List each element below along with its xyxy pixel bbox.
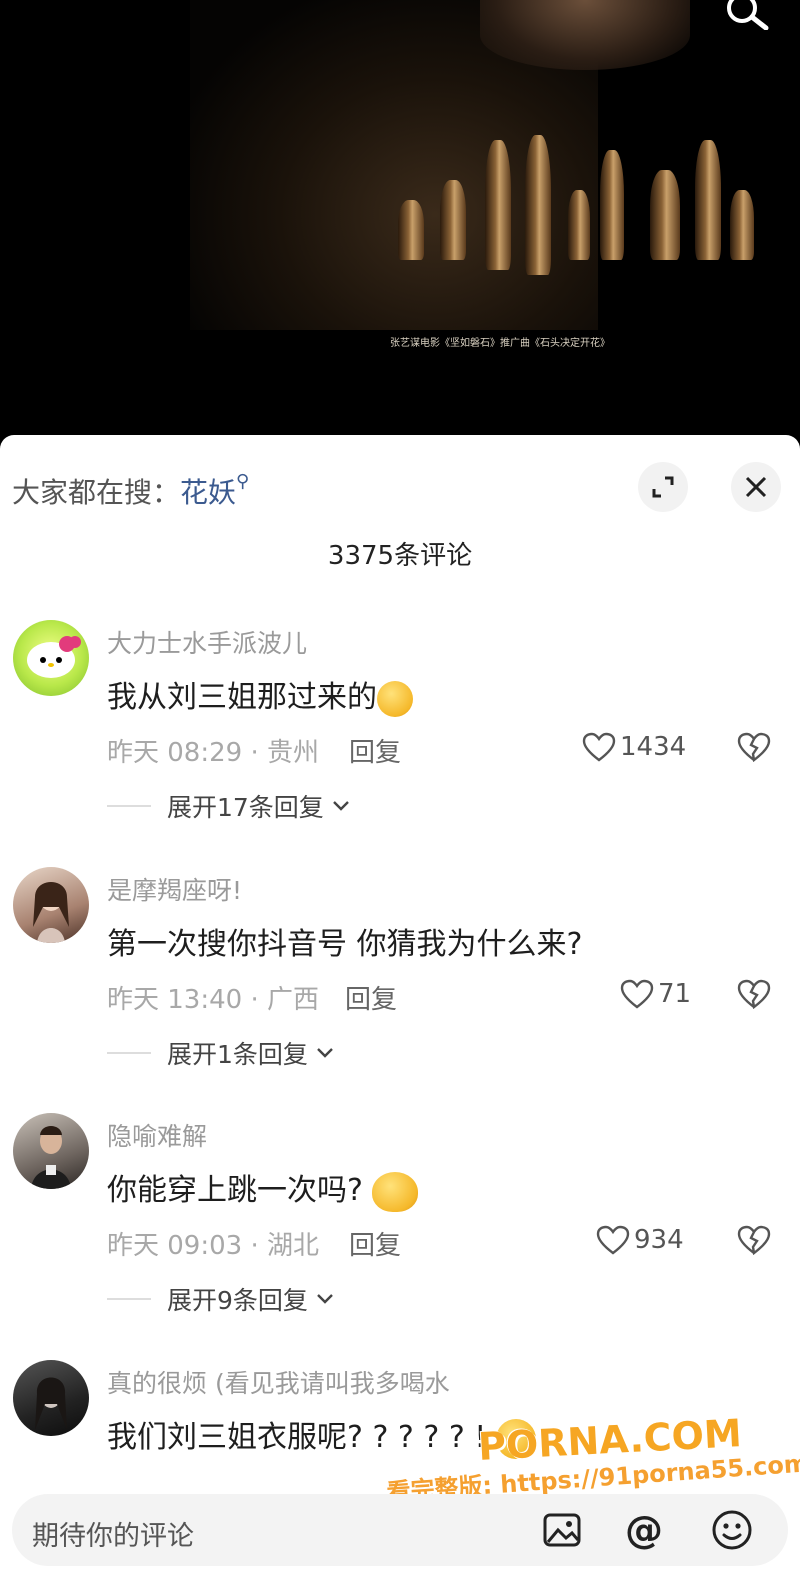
comment-input[interactable]: 期待你的评论 @ [12, 1494, 788, 1566]
expand-replies[interactable]: 展开17条回复 [107, 788, 350, 824]
comment-sheet: 大家都在搜：花妖⚲ 3375条评论 大力士水手派波儿 我从刘三姐那过来的 昨天 … [0, 435, 800, 1574]
crying-laughing-emoji [377, 680, 413, 717]
video-frame: 张艺谋电影《坚如磐石》推广曲《石头决定开花》 [190, 0, 754, 349]
avatar[interactable] [13, 867, 89, 943]
search-icon[interactable] [722, 0, 770, 31]
like-count: 1434 [620, 732, 687, 762]
avatar[interactable] [13, 620, 89, 696]
comment-item: 隐喻难解 你能穿上跳一次吗? 昨天 09:03 · 湖北 回复 934 展开9条… [0, 1113, 800, 1353]
comment-text: 我们刘三姐衣服呢? ? ? ? ? ! [107, 1412, 536, 1459]
expand-replies-label: 展开1条回复 [167, 1040, 308, 1069]
dislike-button[interactable] [737, 1225, 771, 1259]
chessboard-image [390, 135, 780, 280]
video-caption: 张艺谋电影《坚如磐石》推广曲《石头决定开花》 [390, 338, 610, 349]
reply-button[interactable]: 回复 [345, 979, 397, 1016]
like-count: 934 [634, 1225, 684, 1255]
like-button[interactable]: 1434 [582, 732, 686, 762]
emoji-icon[interactable] [708, 1506, 756, 1554]
heart-icon [596, 1225, 630, 1255]
heart-icon [620, 979, 654, 1009]
close-button[interactable] [731, 462, 781, 512]
username[interactable]: 真的很烦 (看见我请叫我多喝水 [107, 1364, 450, 1400]
expand-replies-label: 展开9条回复 [167, 1286, 308, 1315]
expand-replies[interactable]: 展开1条回复 [107, 1035, 334, 1071]
divider-line [107, 1298, 151, 1300]
heart-icon [582, 732, 616, 762]
like-button[interactable]: 71 [620, 979, 691, 1009]
hand-image [480, 0, 690, 70]
avatar[interactable] [13, 1360, 89, 1436]
expand-replies-label: 展开17条回复 [167, 793, 324, 822]
shy-emoji [372, 1171, 419, 1212]
expand-replies[interactable]: 展开9条回复 [107, 1281, 334, 1317]
comment-item: 大力士水手派波儿 我从刘三姐那过来的 昨天 08:29 · 贵州 回复 1434… [0, 620, 800, 860]
divider-line [107, 1052, 151, 1054]
dislike-button[interactable] [737, 979, 771, 1013]
reply-button[interactable]: 回复 [349, 1225, 401, 1262]
chevron-down-icon [317, 1048, 333, 1058]
comment-count: 3375条评论 [327, 541, 473, 571]
comment-meta: 昨天 13:40 · 广西 [107, 985, 319, 1015]
chevron-down-icon [332, 801, 349, 811]
comment-text: 你能穿上跳一次吗? [107, 1165, 419, 1212]
reply-button[interactable]: 回复 [349, 732, 401, 769]
comment-text: 我从刘三姐那过来的 [107, 672, 413, 717]
comment-input-placeholder: 期待你的评论 [32, 1521, 194, 1552]
like-count: 71 [658, 979, 692, 1009]
broken-heart-icon [737, 1225, 771, 1256]
username[interactable]: 大力士水手派波儿 [107, 624, 307, 660]
chevron-down-icon [317, 1294, 333, 1304]
broken-heart-icon [737, 732, 771, 763]
search-small-icon: ⚲ [236, 471, 250, 492]
username[interactable]: 隐喻难解 [107, 1117, 207, 1153]
close-icon [745, 476, 767, 498]
avatar[interactable] [13, 1113, 89, 1189]
username[interactable]: 是摩羯座呀! [107, 871, 242, 907]
image-icon[interactable] [538, 1506, 586, 1554]
expand-button[interactable] [638, 462, 688, 512]
like-button[interactable]: 934 [596, 1225, 684, 1255]
hot-search-prefix: 大家都在搜： [12, 476, 181, 509]
comment-meta: 昨天 09:03 · 湖北 [107, 1231, 319, 1261]
dislike-button[interactable] [737, 732, 771, 766]
hot-search-keyword[interactable]: 花妖 [180, 476, 236, 509]
video-player[interactable]: 张艺谋电影《坚如磐石》推广曲《石头决定开花》 [0, 0, 800, 435]
comment-meta: 昨天 08:29 · 贵州 [107, 738, 319, 768]
comment-text: 第一次搜你抖音号 你猜我为什么来? [107, 927, 583, 962]
broken-heart-icon [737, 979, 771, 1010]
comment-item: 是摩羯座呀! 第一次搜你抖音号 你猜我为什么来? 昨天 13:40 · 广西 回… [0, 867, 800, 1107]
mention-icon[interactable]: @ [620, 1506, 668, 1554]
expand-icon [652, 476, 674, 498]
hot-search-bar[interactable]: 大家都在搜：花妖⚲ [12, 471, 249, 511]
divider-line [107, 805, 151, 807]
